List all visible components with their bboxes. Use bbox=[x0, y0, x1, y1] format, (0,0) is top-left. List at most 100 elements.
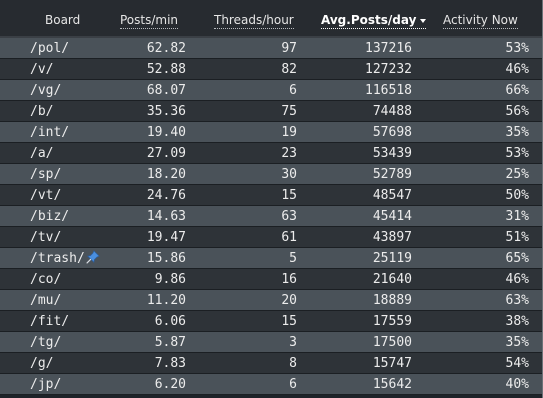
table-row[interactable]: /tv/19.47 61 43897 51% bbox=[0, 227, 543, 248]
table-row[interactable]: /sp/18.20 30 52789 25% bbox=[0, 164, 543, 185]
board-cell[interactable]: /jp/ bbox=[30, 374, 61, 395]
board-link[interactable]: /vg/ bbox=[30, 83, 61, 98]
threads-per-hour-cell: 3 bbox=[289, 335, 297, 350]
column-header-activity-now[interactable]: Activity Now bbox=[443, 12, 518, 29]
table-row[interactable]: /vg/68.07 6 116518 66% bbox=[0, 80, 543, 101]
board-stats-table: Board Posts/min Threads/hour Avg.Posts/d… bbox=[0, 0, 543, 398]
table-row[interactable]: /mu/11.20 20 18889 63% bbox=[0, 290, 543, 311]
board-cell[interactable]: /co/ bbox=[30, 269, 61, 290]
column-header-posts-per-min[interactable]: Posts/min bbox=[120, 12, 179, 29]
board-link[interactable]: /trash/ bbox=[30, 251, 85, 266]
pushpin-icon bbox=[86, 250, 100, 264]
threads-per-hour-cell: 6 bbox=[289, 83, 297, 98]
avg-posts-per-day-cell: 43897 bbox=[372, 230, 412, 245]
board-link[interactable]: /co/ bbox=[30, 272, 61, 287]
avg-posts-per-day-cell: 127232 bbox=[365, 62, 412, 77]
posts-per-min-cell: 52.88 bbox=[146, 62, 186, 77]
column-header-threads-per-hour[interactable]: Threads/hour bbox=[214, 12, 294, 29]
table-row[interactable]: /trash/15.86 5 25119 65% bbox=[0, 248, 543, 269]
activity-now-cell: 53% bbox=[505, 41, 529, 56]
board-cell[interactable]: /v/ bbox=[30, 59, 53, 80]
table-row[interactable]: /vt/24.76 15 48547 50% bbox=[0, 185, 543, 206]
board-cell[interactable]: /mu/ bbox=[30, 290, 61, 311]
activity-now-cell: 35% bbox=[505, 125, 529, 140]
board-link[interactable]: /sp/ bbox=[30, 167, 61, 182]
board-link[interactable]: /tv/ bbox=[30, 230, 61, 245]
column-header-board[interactable]: Board bbox=[45, 12, 80, 28]
board-link[interactable]: /vt/ bbox=[30, 188, 61, 203]
activity-now-cell: 54% bbox=[505, 356, 529, 371]
posts-per-min-cell: 15.86 bbox=[146, 251, 186, 266]
board-link[interactable]: /int/ bbox=[30, 125, 69, 140]
table-row[interactable]: /fit/6.06 15 17559 38% bbox=[0, 311, 543, 332]
threads-per-hour-cell: 19 bbox=[281, 125, 297, 140]
table-row[interactable]: /biz/14.63 63 45414 31% bbox=[0, 206, 543, 227]
threads-per-hour-cell: 5 bbox=[289, 251, 297, 266]
column-header-avg-posts-per-day-label: Avg.Posts/day bbox=[321, 13, 417, 27]
posts-per-min-cell: 19.40 bbox=[146, 125, 186, 140]
activity-now-cell: 51% bbox=[505, 230, 529, 245]
board-cell[interactable]: /fit/ bbox=[30, 311, 69, 332]
board-link[interactable]: /b/ bbox=[30, 104, 53, 119]
board-cell[interactable]: /biz/ bbox=[30, 206, 69, 227]
board-link[interactable]: /jp/ bbox=[30, 377, 61, 392]
posts-per-min-cell: 11.20 bbox=[146, 293, 186, 308]
threads-per-hour-cell: 82 bbox=[281, 62, 297, 77]
avg-posts-per-day-cell: 15642 bbox=[372, 377, 412, 392]
board-cell[interactable]: /pol/ bbox=[30, 38, 69, 59]
avg-posts-per-day-cell: 57698 bbox=[372, 125, 412, 140]
board-link[interactable]: /tg/ bbox=[30, 335, 61, 350]
board-cell[interactable]: /vt/ bbox=[30, 185, 61, 206]
threads-per-hour-cell: 23 bbox=[281, 146, 297, 161]
table-row[interactable]: /v/52.88 82 127232 46% bbox=[0, 59, 543, 80]
activity-now-cell: 25% bbox=[505, 167, 529, 182]
activity-now-cell: 46% bbox=[505, 272, 529, 287]
board-link[interactable]: /g/ bbox=[30, 356, 53, 371]
activity-now-cell: 66% bbox=[505, 83, 529, 98]
posts-per-min-cell: 6.06 bbox=[154, 314, 186, 329]
threads-per-hour-cell: 75 bbox=[281, 104, 297, 119]
activity-now-cell: 56% bbox=[505, 104, 529, 119]
activity-now-cell: 46% bbox=[505, 62, 529, 77]
posts-per-min-cell: 24.76 bbox=[146, 188, 186, 203]
avg-posts-per-day-cell: 116518 bbox=[365, 83, 412, 98]
board-cell[interactable]: /tg/ bbox=[30, 332, 61, 353]
avg-posts-per-day-cell: 74488 bbox=[372, 104, 412, 119]
posts-per-min-cell: 68.07 bbox=[146, 83, 186, 98]
board-link[interactable]: /biz/ bbox=[30, 209, 69, 224]
posts-per-min-cell: 27.09 bbox=[146, 146, 186, 161]
table-row[interactable]: /jp/6.20 6 15642 40% bbox=[0, 374, 543, 395]
board-cell[interactable]: /g/ bbox=[30, 353, 53, 374]
board-cell[interactable]: /sp/ bbox=[30, 164, 61, 185]
posts-per-min-cell: 18.20 bbox=[146, 167, 186, 182]
avg-posts-per-day-cell: 17559 bbox=[372, 314, 412, 329]
board-cell[interactable]: /tv/ bbox=[30, 227, 61, 248]
board-link[interactable]: /fit/ bbox=[30, 314, 69, 329]
board-cell[interactable]: /b/ bbox=[30, 101, 53, 122]
threads-per-hour-cell: 6 bbox=[289, 377, 297, 392]
table-row[interactable]: /a/27.09 23 53439 53% bbox=[0, 143, 543, 164]
board-link[interactable]: /v/ bbox=[30, 62, 53, 77]
avg-posts-per-day-cell: 137216 bbox=[365, 41, 412, 56]
table-row[interactable]: /b/35.36 75 74488 56% bbox=[0, 101, 543, 122]
table-row[interactable]: /co/9.86 16 21640 46% bbox=[0, 269, 543, 290]
posts-per-min-cell: 19.47 bbox=[146, 230, 186, 245]
board-link[interactable]: /a/ bbox=[30, 146, 53, 161]
table-row[interactable]: /g/7.83 8 15747 54% bbox=[0, 353, 543, 374]
posts-per-min-cell: 35.36 bbox=[146, 104, 186, 119]
table-row[interactable]: /int/19.40 19 57698 35% bbox=[0, 122, 543, 143]
table-body: /pol/62.82 97 137216 53% /v/52.88 82 127232 46%… bbox=[0, 38, 543, 395]
board-cell[interactable]: /a/ bbox=[30, 143, 53, 164]
table-row[interactable]: /pol/62.82 97 137216 53% bbox=[0, 38, 543, 59]
avg-posts-per-day-cell: 48547 bbox=[372, 188, 412, 203]
column-header-avg-posts-per-day[interactable]: Avg.Posts/day bbox=[321, 12, 427, 29]
activity-now-cell: 53% bbox=[505, 146, 529, 161]
board-link[interactable]: /mu/ bbox=[30, 293, 61, 308]
board-link[interactable]: /pol/ bbox=[30, 41, 69, 56]
board-cell[interactable]: /vg/ bbox=[30, 80, 61, 101]
board-cell[interactable]: /int/ bbox=[30, 122, 69, 143]
board-cell[interactable]: /trash/ bbox=[30, 248, 100, 269]
posts-per-min-cell: 7.83 bbox=[154, 356, 186, 371]
activity-now-cell: 38% bbox=[505, 314, 529, 329]
table-row[interactable]: /tg/5.87 3 17500 35% bbox=[0, 332, 543, 353]
